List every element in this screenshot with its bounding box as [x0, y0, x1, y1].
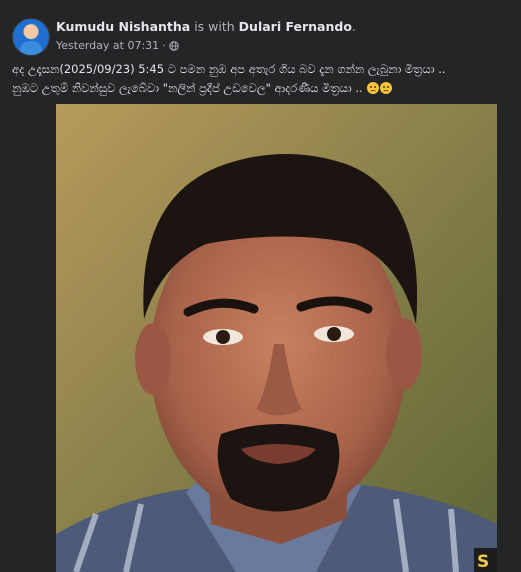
- author-name[interactable]: Kumudu Nishantha: [56, 19, 190, 34]
- with-label: is with: [194, 19, 235, 34]
- post-media: S: [0, 98, 521, 572]
- photo-watermark: S: [477, 552, 489, 572]
- globe-icon[interactable]: [168, 40, 179, 51]
- post-text-line-1: අද උදෑසන(2025/09/23) 5:45 ට පමන නුඹ අප අ…: [12, 62, 446, 76]
- portrait-photo[interactable]: S: [56, 104, 497, 572]
- tagged-person-name[interactable]: Dulari Fernando: [239, 19, 352, 34]
- meta-separator: ·: [162, 39, 166, 52]
- post-text-line-2-wrap: නුඹට උතුම් නිවන්සුව ලැබේවා "නලින් ප්‍රදී…: [12, 79, 512, 98]
- facebook-post: Kumudu Nishantha is with Dulari Fernando…: [0, 0, 521, 572]
- post-text-line-2: නුඹට උතුම් නිවන්සුව ලැබේවා "නලින් ප්‍රදී…: [12, 81, 363, 95]
- author-line: Kumudu Nishantha is with Dulari Fernando…: [56, 19, 356, 34]
- post-header: Kumudu Nishantha is with Dulari Fernando…: [12, 10, 509, 56]
- portrait-illustration: S: [56, 104, 497, 572]
- sad-face-emoji: [367, 82, 380, 94]
- sad-face-emoji: [380, 82, 393, 94]
- author-avatar[interactable]: [12, 18, 50, 56]
- post-timestamp[interactable]: Yesterday at 07:31: [56, 39, 159, 52]
- post-meta: Yesterday at 07:31 ·: [56, 39, 179, 52]
- post-text: අද උදෑසන(2025/09/23) 5:45 ට පමන නුඹ අප අ…: [12, 60, 512, 98]
